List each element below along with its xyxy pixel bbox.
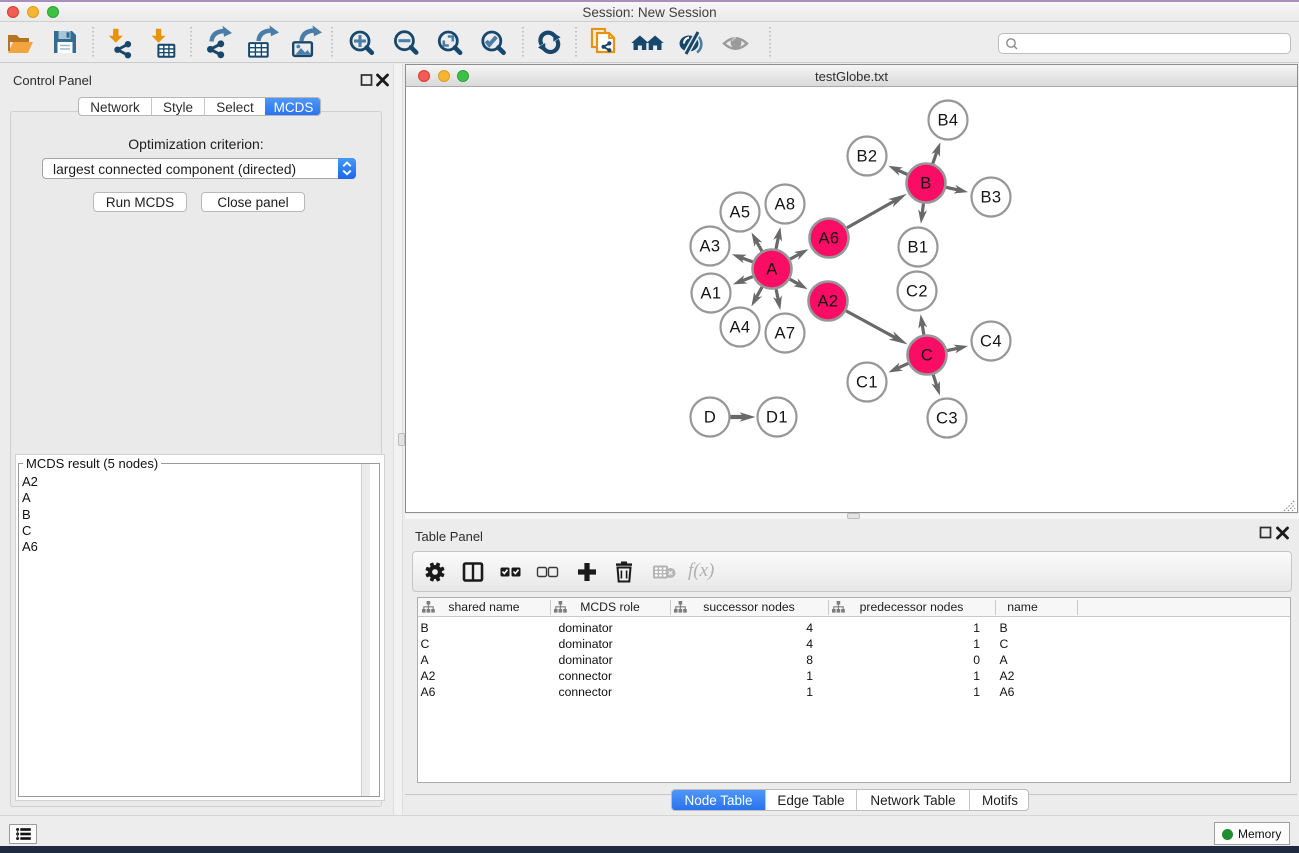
svg-text:A5: A5	[730, 204, 751, 222]
svg-text:B1: B1	[908, 239, 929, 257]
svg-text:A8: A8	[775, 196, 796, 214]
svg-text:B3: B3	[981, 189, 1002, 207]
svg-text:A4: A4	[730, 319, 751, 337]
svg-text:C2: C2	[906, 283, 928, 301]
svg-text:C1: C1	[856, 374, 878, 392]
svg-text:C4: C4	[980, 333, 1002, 351]
svg-text:A7: A7	[775, 325, 796, 343]
svg-text:A6: A6	[819, 230, 840, 248]
svg-text:D: D	[704, 409, 716, 427]
svg-text:C3: C3	[936, 410, 958, 428]
svg-text:D1: D1	[766, 409, 788, 427]
svg-text:B4: B4	[938, 112, 959, 130]
svg-text:B2: B2	[857, 148, 878, 166]
svg-text:B: B	[920, 175, 931, 193]
svg-text:C: C	[921, 347, 933, 365]
svg-text:A1: A1	[701, 285, 722, 303]
svg-text:A2: A2	[818, 293, 839, 311]
svg-text:A: A	[766, 261, 777, 279]
svg-text:A3: A3	[700, 238, 721, 256]
